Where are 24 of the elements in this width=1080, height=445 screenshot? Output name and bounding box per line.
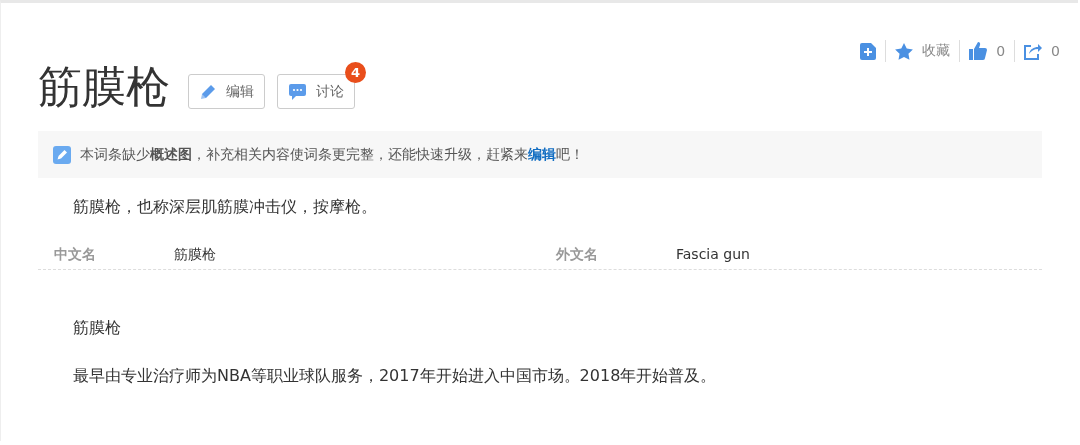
summary-text: 筋膜枪，也称深层肌筋膜冲击仪，按摩枪。: [73, 196, 378, 218]
share-button[interactable]: 0: [1024, 42, 1060, 60]
info-value: Fascia gun: [676, 246, 750, 264]
paragraph: 筋膜枪: [73, 317, 122, 339]
thumbs-up-icon: [969, 42, 988, 60]
pencil-icon: [53, 145, 71, 164]
pencil-icon: [200, 83, 216, 100]
discuss-button[interactable]: 讨论: [277, 74, 355, 109]
paragraph: 最早由专业治疗师为NBA等职业球队服务，2017年开始进入中国市场。2018年开始普及。: [73, 365, 718, 387]
page-title: 筋膜枪: [38, 61, 170, 113]
favorite-button[interactable]: 收藏: [895, 42, 951, 60]
add-button[interactable]: [860, 42, 877, 60]
like-button[interactable]: 0: [969, 42, 1006, 60]
edit-link[interactable]: 编辑: [528, 145, 556, 162]
info-label: 中文名: [53, 246, 97, 264]
count-badge: 4: [345, 62, 366, 83]
star-icon: [895, 42, 914, 60]
share-icon: [1024, 42, 1043, 60]
chat-bubble-icon: [289, 83, 306, 100]
add-document-icon: [860, 42, 877, 60]
info-value: 筋膜枪: [174, 246, 216, 264]
notice-text: 本词条缺少概述图，补充相关内容使词条更完整，还能快速升级，赶紧来编辑吧！: [80, 145, 584, 164]
info-label: 外文名: [555, 246, 599, 264]
edit-button[interactable]: 编辑: [188, 74, 265, 109]
